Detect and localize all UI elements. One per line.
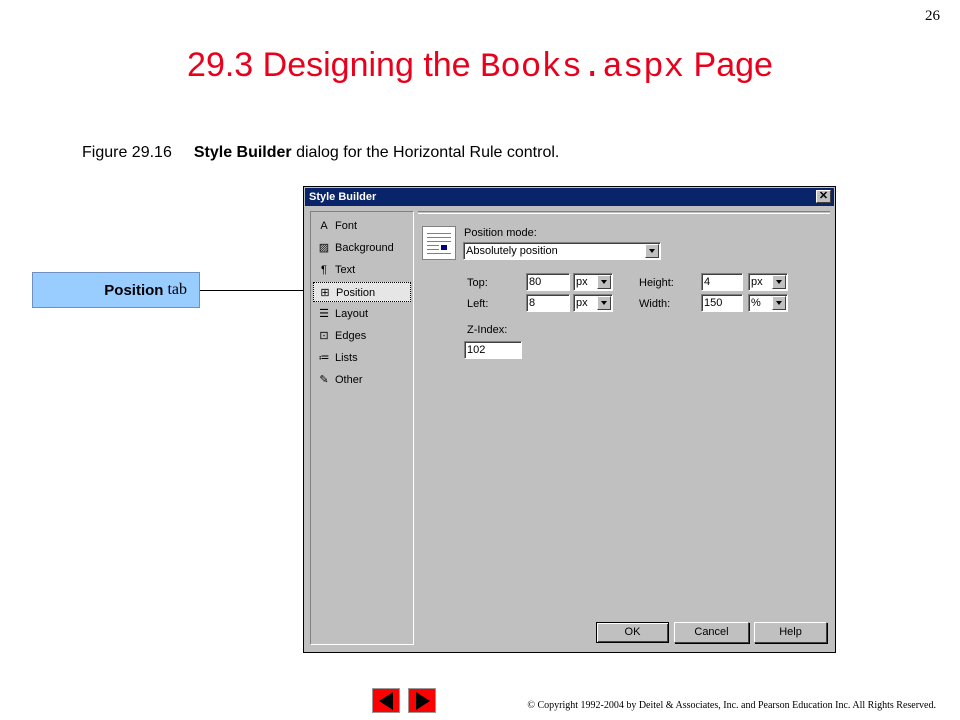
left-input[interactable]: 8	[526, 294, 570, 312]
sidebar-item-label: Font	[335, 220, 358, 232]
chevron-down-icon[interactable]	[772, 275, 786, 289]
panel-divider	[418, 213, 830, 214]
width-input[interactable]: 150	[701, 294, 743, 312]
sidebar-item-font[interactable]: A Font	[313, 216, 411, 236]
sidebar-item-position[interactable]: ⊞ Position	[313, 282, 411, 302]
lists-icon: ≔	[318, 352, 330, 364]
sidebar-item-other[interactable]: ✎ Other	[313, 370, 411, 390]
layout-icon: ☰	[319, 308, 329, 320]
sidebar-item-label: Position	[336, 287, 376, 299]
sidebar-item-label: Text	[335, 264, 356, 276]
background-icon: ▨	[318, 242, 330, 254]
position-mode-value: Absolutely position	[466, 245, 558, 257]
top-unit-select[interactable]: px	[573, 273, 613, 291]
left-label: Left:	[467, 298, 489, 310]
text-icon: ¶	[321, 264, 327, 276]
help-button[interactable]: Help	[754, 622, 827, 643]
copyright-notice: © Copyright 1992-2004 by Deitel & Associ…	[527, 700, 936, 711]
callout-position-tab: Position tab	[32, 272, 200, 308]
height-unit-select[interactable]: px	[748, 273, 788, 291]
sidebar-item-edges[interactable]: ⊡ Edges	[313, 326, 411, 346]
slide-title: 29.3 Designing the Books.aspx Page	[0, 46, 960, 87]
zindex-label: Z-Index:	[467, 324, 508, 336]
sidebar-item-background[interactable]: ▨ Background	[313, 238, 411, 258]
top-label: Top:	[467, 277, 488, 289]
figure-caption: Figure 29.16 Style Builder dialog for the…	[82, 144, 559, 162]
close-button[interactable]: ✕	[816, 190, 831, 203]
sidebar-item-text[interactable]: ¶ Text	[313, 260, 411, 280]
sidebar-item-label: Lists	[335, 352, 358, 364]
height-label: Height:	[639, 277, 674, 289]
sidebar-item-lists[interactable]: ≔ Lists	[313, 348, 411, 368]
zindex-input[interactable]: 102	[464, 341, 522, 359]
caption-rest: dialog for the Horizontal Rule control.	[291, 144, 560, 161]
callout-rest: tab	[167, 281, 187, 298]
chevron-down-icon[interactable]	[597, 296, 611, 310]
edges-icon: ⊡	[319, 330, 329, 342]
position-panel	[418, 211, 830, 612]
width-unit-select[interactable]: %	[748, 294, 788, 312]
width-unit-value: %	[751, 297, 761, 309]
sidebar-item-label: Other	[335, 374, 363, 386]
dialog-titlebar[interactable]: Style Builder ✕	[305, 188, 834, 206]
callout-line	[200, 290, 314, 291]
close-icon: ✕	[818, 190, 829, 202]
width-label: Width:	[639, 298, 671, 310]
font-icon: A	[320, 220, 328, 232]
caption-number: Figure 29.16	[82, 144, 172, 161]
left-unit-select[interactable]: px	[573, 294, 613, 312]
top-unit-value: px	[576, 276, 588, 288]
dialog-title: Style Builder	[309, 191, 377, 203]
height-unit-value: px	[751, 276, 763, 288]
style-builder-dialog: Style Builder ✕ A Font ▨ Background ¶ Text ⊞ Po…	[303, 186, 836, 653]
chevron-down-icon[interactable]	[772, 296, 786, 310]
chevron-down-icon[interactable]	[597, 275, 611, 289]
callout-bold: Position	[104, 281, 164, 299]
previous-slide-button[interactable]	[372, 688, 400, 713]
position-mode-select[interactable]: Absolutely position	[463, 242, 661, 260]
next-slide-button[interactable]	[408, 688, 436, 713]
position-icon: ⊞	[320, 287, 330, 299]
sidebar-item-layout[interactable]: ☰ Layout	[313, 304, 411, 324]
other-icon: ✎	[319, 374, 329, 386]
ok-button[interactable]: OK	[596, 622, 669, 643]
height-input[interactable]: 4	[701, 273, 743, 291]
sidebar-item-label: Layout	[335, 308, 369, 320]
title-code: Books.aspx	[480, 49, 685, 87]
slide-number: 26	[925, 8, 940, 24]
caption-bold: Style Builder	[193, 144, 292, 161]
left-unit-value: px	[576, 297, 588, 309]
chevron-down-icon[interactable]	[645, 244, 659, 258]
position-mode-icon	[422, 226, 456, 260]
sidebar-item-label: Edges	[335, 330, 367, 342]
top-input[interactable]: 80	[526, 273, 570, 291]
title-prefix: 29.3 Designing the	[187, 46, 481, 84]
sidebar-item-label: Background	[335, 242, 394, 254]
cancel-button[interactable]: Cancel	[674, 622, 749, 643]
position-mode-label: Position mode:	[464, 227, 537, 239]
title-suffix: Page	[684, 46, 773, 84]
category-sidebar: A Font ▨ Background ¶ Text ⊞ Position ☰ Layout ⊡ Ed…	[310, 211, 414, 645]
